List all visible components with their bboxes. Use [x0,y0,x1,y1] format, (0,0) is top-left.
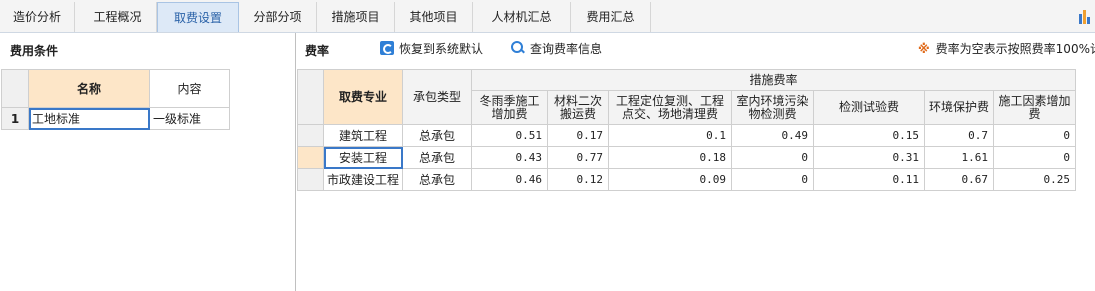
restore-icon [380,41,394,55]
table-corner[interactable] [1,69,29,108]
rate-cell[interactable]: 0.1 [608,124,733,147]
row-header[interactable] [297,168,324,191]
table-row[interactable]: 建筑工程 总承包 0.51 0.17 0.1 0.49 0.15 0.7 0 [297,124,1077,147]
specialty-cell[interactable]: 市政建设工程 [322,168,404,191]
rate-cell[interactable]: 0 [993,124,1077,147]
fee-rates-table: 取费专业 承包类型 措施费率 冬雨季施工增加费 材料二次搬运费 工程定位复测、工… [297,69,1077,191]
fee-rates-panel: 费率 恢复到系统默认 查询费率信息 ※ 费率为空表示按照费率100%计 取费专业 … [297,33,1095,291]
rate-cell[interactable]: 1.61 [924,146,995,169]
column-header-material-transport[interactable]: 材料二次搬运费 [547,90,610,125]
rate-cell[interactable]: 0.15 [813,124,926,147]
condition-name-cell[interactable]: 工地标准 [28,107,150,130]
rate-note: ※ 费率为空表示按照费率100%计 [918,40,1095,57]
row-header[interactable] [297,146,324,169]
table-row[interactable]: 安装工程 总承包 0.43 0.77 0.18 0 0.31 1.61 0 [297,146,1077,169]
table-row[interactable]: 1 工地标准 一级标准 [1,107,230,130]
rate-cell[interactable]: 0.7 [924,124,995,147]
rate-cell[interactable]: 0 [731,168,815,191]
contract-type-cell[interactable]: 总承包 [402,168,473,191]
column-header-indoor-pollution[interactable]: 室内环境污染物检测费 [731,90,815,125]
fee-conditions-title: 费用条件 [10,44,59,58]
fee-rates-title: 费率 [305,44,330,58]
column-header-environment[interactable]: 环境保护费 [924,90,995,125]
column-header-contract-type[interactable]: 承包类型 [402,69,473,125]
rate-cell[interactable]: 0.12 [547,168,610,191]
rate-cell[interactable]: 0.11 [813,168,926,191]
rate-cell[interactable]: 0.18 [608,146,733,169]
contract-type-cell[interactable]: 总承包 [402,146,473,169]
table-row[interactable]: 市政建设工程 总承包 0.46 0.12 0.09 0 0.11 0.67 0.… [297,168,1077,191]
rate-cell[interactable]: 0.25 [993,168,1077,191]
column-header-content[interactable]: 内容 [149,69,230,108]
tab-other-items[interactable]: 其他项目 [395,2,473,32]
tab-measure-items[interactable]: 措施项目 [317,2,395,32]
tab-cost-analysis[interactable]: 造价分析 [0,2,75,32]
tab-labor-material-summary[interactable]: 人材机汇总 [473,2,571,32]
rate-cell[interactable]: 0.49 [731,124,815,147]
contract-type-cell[interactable]: 总承包 [402,124,473,147]
rate-cell[interactable]: 0.43 [471,146,549,169]
query-rate-label: 查询费率信息 [530,42,603,56]
column-header-specialty[interactable]: 取费专业 [322,69,404,125]
tab-bar: 造价分析 工程概况 取费设置 分部分项 措施项目 其他项目 人材机汇总 费用汇总 [0,0,1095,33]
rate-cell[interactable]: 0.77 [547,146,610,169]
column-header-construction-factor[interactable]: 施工因素增加费 [993,90,1077,125]
specialty-cell[interactable]: 安装工程 [322,146,404,169]
search-icon [511,41,525,55]
tab-project-overview[interactable]: 工程概况 [79,2,157,32]
rate-cell[interactable]: 0.31 [813,146,926,169]
rate-cell[interactable]: 0 [731,146,815,169]
column-header-winter-rain[interactable]: 冬雨季施工增加费 [471,90,549,125]
fee-conditions-panel: 费用条件 名称 内容 1 工地标准 一级标准 [0,33,296,291]
column-group-measure-rates[interactable]: 措施费率 [471,69,1077,91]
table-corner[interactable] [297,69,324,125]
row-header[interactable] [297,124,324,147]
chart-icon[interactable] [1079,8,1093,24]
column-header-positioning-cleanup[interactable]: 工程定位复测、工程点交、场地清理费 [608,90,733,125]
note-star-icon: ※ [918,42,930,56]
rate-cell[interactable]: 0.17 [547,124,610,147]
condition-content-cell[interactable]: 一级标准 [149,107,230,130]
restore-default-button[interactable]: 恢复到系统默认 [380,39,483,59]
rate-cell[interactable]: 0.09 [608,168,733,191]
tab-cost-summary[interactable]: 费用汇总 [571,2,651,32]
tab-fee-settings[interactable]: 取费设置 [157,2,239,32]
rate-cell[interactable]: 0.51 [471,124,549,147]
restore-default-label: 恢复到系统默认 [399,42,484,56]
rate-cell[interactable]: 0.46 [471,168,549,191]
row-number[interactable]: 1 [1,107,29,130]
rate-note-text: 费率为空表示按照费率100%计 [935,42,1095,56]
rate-cell[interactable]: 0.67 [924,168,995,191]
query-rate-button[interactable]: 查询费率信息 [511,39,602,59]
rate-cell[interactable]: 0 [993,146,1077,169]
fee-conditions-table: 名称 内容 1 工地标准 一级标准 [1,69,230,130]
tab-sub-items[interactable]: 分部分项 [239,2,317,32]
column-header-name[interactable]: 名称 [28,69,150,108]
specialty-cell[interactable]: 建筑工程 [322,124,404,147]
column-header-testing[interactable]: 检测试验费 [813,90,926,125]
